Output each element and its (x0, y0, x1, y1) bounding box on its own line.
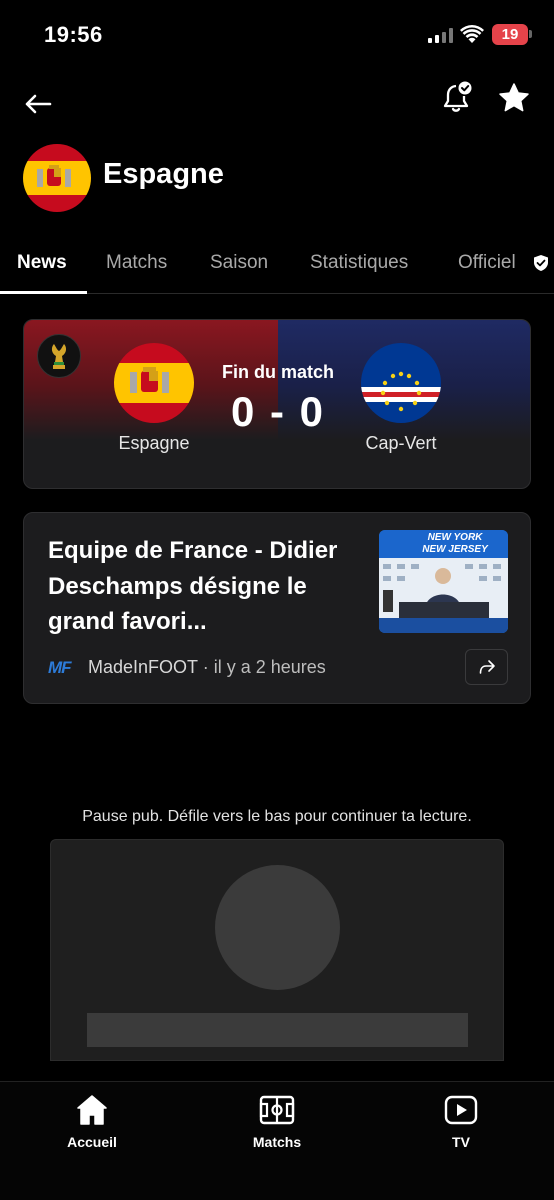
match-score: 0 - 0 (230, 388, 326, 435)
battery-tip (529, 30, 532, 38)
article-title: Equipe de France - Didier Deschamps dési… (48, 537, 338, 635)
team-title: Espagne (103, 158, 224, 190)
ad-placeholder-image (215, 865, 340, 990)
article-thumbnail: NEW YORK NEW JERSEY (379, 530, 508, 633)
share-button[interactable] (465, 649, 508, 685)
nav-accueil[interactable]: Accueil (37, 1092, 147, 1150)
home-icon (77, 1095, 107, 1125)
favorite-button[interactable] (494, 78, 534, 118)
thumbnail-caption: NEW YORK NEW JERSEY (422, 532, 488, 555)
share-icon (479, 660, 495, 674)
signal-icon (428, 28, 453, 43)
nav-label-tv: TV (452, 1134, 470, 1150)
ad-notice: Pause pub. Défile vers le bas pour conti… (82, 808, 472, 825)
article-meta: MadeInFOOT · il y a 2 heures (88, 657, 326, 678)
match-card[interactable]: Fin du match 0 - 0 Espagne Cap-Vert (23, 319, 531, 489)
article-time: · il y a 2 heures (202, 657, 326, 677)
madeinfoot-logo-icon: MF (48, 658, 72, 677)
tab-saison[interactable]: Saison (210, 252, 268, 274)
status-time: 19:56 (44, 22, 103, 47)
tab-matchs[interactable]: Matchs (106, 252, 167, 274)
tab-officiel[interactable]: Officiel (458, 252, 516, 274)
back-button[interactable] (18, 86, 58, 122)
star-icon (499, 83, 529, 112)
ad-placeholder (50, 839, 504, 1061)
status-bar: 19:56 19 (0, 0, 554, 70)
active-tab-indicator (0, 291, 87, 294)
match-status: Fin du match (222, 362, 334, 382)
tab-news[interactable]: News (17, 252, 67, 274)
spain-flag-icon (23, 144, 91, 212)
away-team-name: Cap-Vert (365, 433, 437, 453)
play-icon (444, 1095, 478, 1125)
ad-placeholder-bar (87, 1013, 468, 1047)
world-cup-logo-icon (37, 334, 81, 378)
home-team-name: Espagne (118, 433, 190, 453)
tab-bar: News Matchs Saison Statistiques Officiel (0, 240, 554, 294)
nav-label-matchs: Matchs (252, 1134, 302, 1150)
article-source[interactable]: MadeInFOOT (88, 657, 198, 677)
tab-statistiques[interactable]: Statistiques (310, 252, 408, 274)
battery-indicator: 19 (492, 24, 528, 45)
notification-button[interactable] (438, 78, 478, 118)
nav-label-accueil: Accueil (67, 1134, 117, 1150)
back-arrow-icon (25, 94, 52, 114)
nav-tv[interactable]: TV (406, 1092, 516, 1150)
shield-check-icon (534, 255, 548, 271)
nav-matchs[interactable]: Matchs (222, 1092, 332, 1150)
wifi-icon (460, 25, 484, 43)
pitch-icon (259, 1095, 295, 1125)
bell-check-icon (443, 81, 472, 112)
bottom-navigation: Accueil Matchs TV (0, 1081, 554, 1200)
news-article-card[interactable]: Equipe de France - Didier Deschamps dési… (23, 512, 531, 704)
